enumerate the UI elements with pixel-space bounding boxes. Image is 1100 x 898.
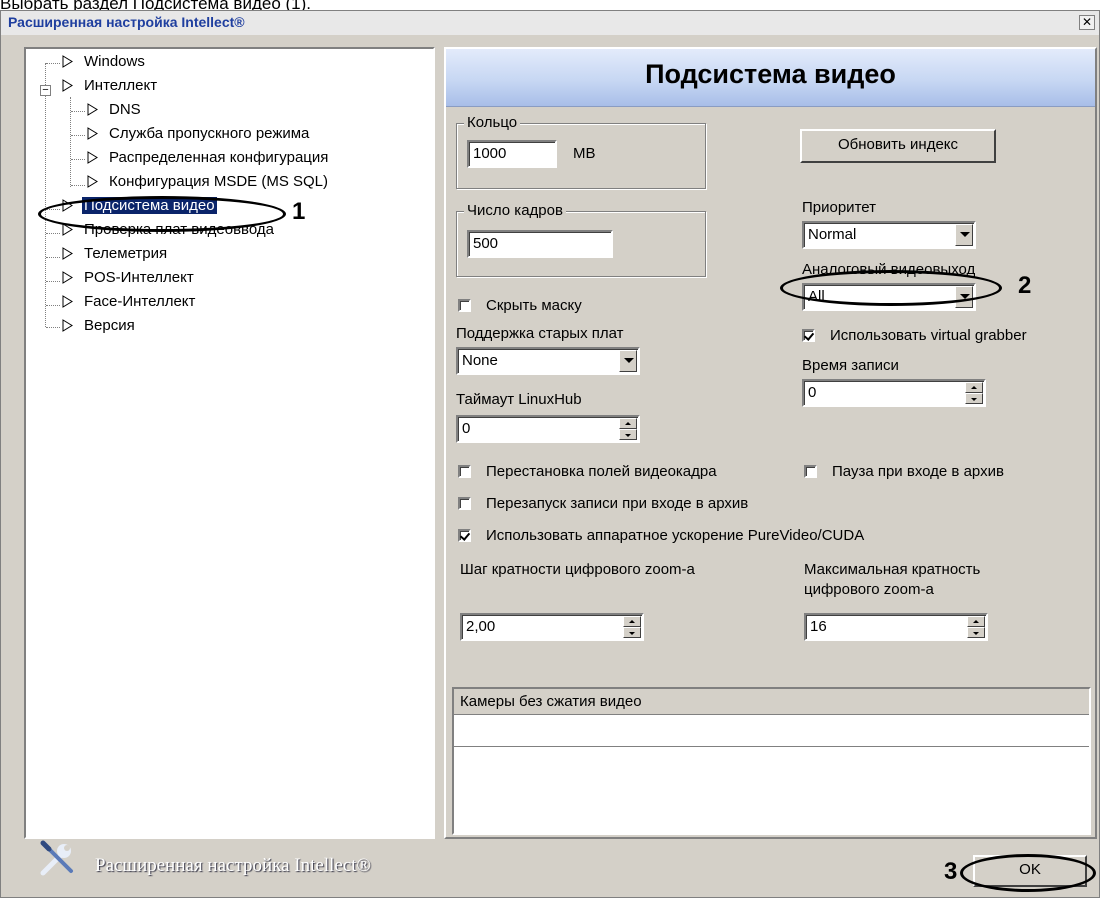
spin-up-icon[interactable] xyxy=(619,418,637,429)
priority-select[interactable]: Normal xyxy=(802,221,976,249)
linuxhub-timeout-spinbox[interactable]: 0 xyxy=(456,415,640,443)
arrow-right-icon xyxy=(62,247,73,260)
arrow-right-icon xyxy=(62,295,73,308)
ring-unit-label: MB xyxy=(573,145,596,162)
refresh-index-button[interactable]: Обновить индекс xyxy=(800,129,996,163)
arrow-right-icon xyxy=(87,103,98,116)
ring-group-label: Кольцо xyxy=(464,114,521,131)
zoom-step-label: Шаг кратности цифрового zoom-а xyxy=(460,561,695,578)
callout-number-3: 3 xyxy=(944,858,958,885)
settings-logo xyxy=(37,839,77,879)
hide-mask-label[interactable]: Скрыть маску xyxy=(486,297,582,314)
chevron-down-icon[interactable] xyxy=(619,350,637,372)
spin-down-icon[interactable] xyxy=(623,627,641,638)
ring-size-input[interactable]: 1000 xyxy=(467,140,557,168)
list-item[interactable] xyxy=(454,715,1089,747)
spin-up-icon[interactable] xyxy=(965,382,983,393)
frames-count-input[interactable]: 500 xyxy=(467,230,613,258)
tree-item-version[interactable]: Версия xyxy=(62,317,137,341)
chevron-down-icon[interactable] xyxy=(955,224,973,246)
arrow-right-icon xyxy=(62,79,73,92)
footer-title: Расширенная настройка Intellect® xyxy=(95,855,371,876)
settings-tree[interactable]: − Windows Интеллект DNS Служба пропускно… xyxy=(24,47,435,839)
restart-record-label[interactable]: Перезапуск записи при входе в архив xyxy=(486,495,748,512)
hide-mask-checkbox[interactable] xyxy=(458,299,471,312)
arrow-right-icon xyxy=(87,151,98,164)
pause-archive-checkbox[interactable] xyxy=(804,465,817,478)
spin-buttons[interactable] xyxy=(965,382,983,404)
panel-title: Подсистема видео xyxy=(645,59,896,89)
close-button[interactable]: ✕ xyxy=(1079,15,1095,30)
zoom-max-value: 16 xyxy=(810,618,827,635)
record-time-value: 0 xyxy=(808,384,817,401)
virtual-grabber-label[interactable]: Использовать virtual grabber xyxy=(830,327,1027,344)
priority-label: Приоритет xyxy=(802,199,876,216)
zoom-max-label-line1: Максимальная кратность xyxy=(804,561,981,578)
tree-item-distributed-config[interactable]: Распределенная конфигурация xyxy=(87,149,330,173)
spin-buttons[interactable] xyxy=(619,418,637,440)
collapse-icon[interactable]: − xyxy=(40,85,51,96)
record-time-label: Время записи xyxy=(802,357,899,374)
restart-record-checkbox[interactable] xyxy=(458,497,471,510)
tree-item-dns[interactable]: DNS xyxy=(87,101,143,125)
zoom-max-label-line2: цифрового zoom-а xyxy=(804,581,934,598)
spin-down-icon[interactable] xyxy=(619,429,637,440)
arrow-right-icon xyxy=(87,175,98,188)
hw-accel-checkbox[interactable] xyxy=(458,529,471,542)
frames-group-label: Число кадров xyxy=(464,202,566,219)
arrow-right-icon xyxy=(62,319,73,332)
spin-up-icon[interactable] xyxy=(967,616,985,627)
arrow-right-icon xyxy=(62,55,73,68)
linuxhub-timeout-label: Таймаут LinuxHub xyxy=(456,391,582,408)
spin-down-icon[interactable] xyxy=(965,393,983,404)
hw-accel-label[interactable]: Использовать аппаратное ускорение PureVi… xyxy=(486,527,864,544)
spin-down-icon[interactable] xyxy=(967,627,985,638)
list-column-header[interactable]: Камеры без сжатия видео xyxy=(454,689,1089,715)
uncompressed-cameras-list[interactable]: Камеры без сжатия видео xyxy=(452,687,1091,835)
tree-item-windows[interactable]: Windows xyxy=(62,53,147,77)
ring-group: Кольцо 1000 MB xyxy=(456,114,706,189)
old-boards-select[interactable]: None xyxy=(456,347,640,375)
dialog-window: Расширенная настройка Intellect® ✕ − Win… xyxy=(0,10,1100,898)
swap-fields-label[interactable]: Перестановка полей видеокадра xyxy=(486,463,717,480)
tree-item-telemetry[interactable]: Телеметрия xyxy=(62,245,169,269)
settings-panel: Подсистема видео Кольцо 1000 MB Число ка… xyxy=(444,47,1097,839)
swap-fields-checkbox[interactable] xyxy=(458,465,471,478)
record-time-spinbox[interactable]: 0 xyxy=(802,379,986,407)
pause-archive-label[interactable]: Пауза при входе в архив xyxy=(832,463,1004,480)
tree-item-face-intellect[interactable]: Face-Интеллект xyxy=(62,293,197,317)
linuxhub-timeout-value: 0 xyxy=(462,420,471,437)
spin-buttons[interactable] xyxy=(623,616,641,638)
virtual-grabber-checkbox[interactable] xyxy=(802,329,815,342)
zoom-step-value: 2,00 xyxy=(466,618,496,635)
old-boards-label: Поддержка старых плат xyxy=(456,325,624,342)
wrench-screwdriver-icon xyxy=(40,840,73,876)
callout-number-1: 1 xyxy=(292,198,306,225)
tree-item-msde-config[interactable]: Конфигурация MSDE (MS SQL) xyxy=(87,173,330,197)
title-bar: Расширенная настройка Intellect® ✕ xyxy=(1,11,1099,35)
tree-item-intellect[interactable]: Интеллект xyxy=(62,77,159,101)
tree-item-access-service[interactable]: Служба пропускного режима xyxy=(87,125,311,149)
callout-number-2: 2 xyxy=(1018,272,1032,299)
arrow-right-icon xyxy=(62,271,73,284)
callout-ellipse-2 xyxy=(780,270,1002,306)
spin-buttons[interactable] xyxy=(967,616,985,638)
callout-ellipse-1 xyxy=(38,196,286,232)
arrow-right-icon xyxy=(87,127,98,140)
panel-header: Подсистема видео xyxy=(446,49,1095,107)
old-boards-value: None xyxy=(462,352,498,369)
zoom-step-spinbox[interactable]: 2,00 xyxy=(460,613,644,641)
spin-up-icon[interactable] xyxy=(623,616,641,627)
tree-item-pos-intellect[interactable]: POS-Интеллект xyxy=(62,269,196,293)
priority-value: Normal xyxy=(808,226,857,243)
frames-group: Число кадров 500 xyxy=(456,202,706,277)
window-title: Расширенная настройка Intellect® xyxy=(8,14,245,30)
zoom-max-spinbox[interactable]: 16 xyxy=(804,613,988,641)
callout-ellipse-3 xyxy=(960,854,1096,892)
